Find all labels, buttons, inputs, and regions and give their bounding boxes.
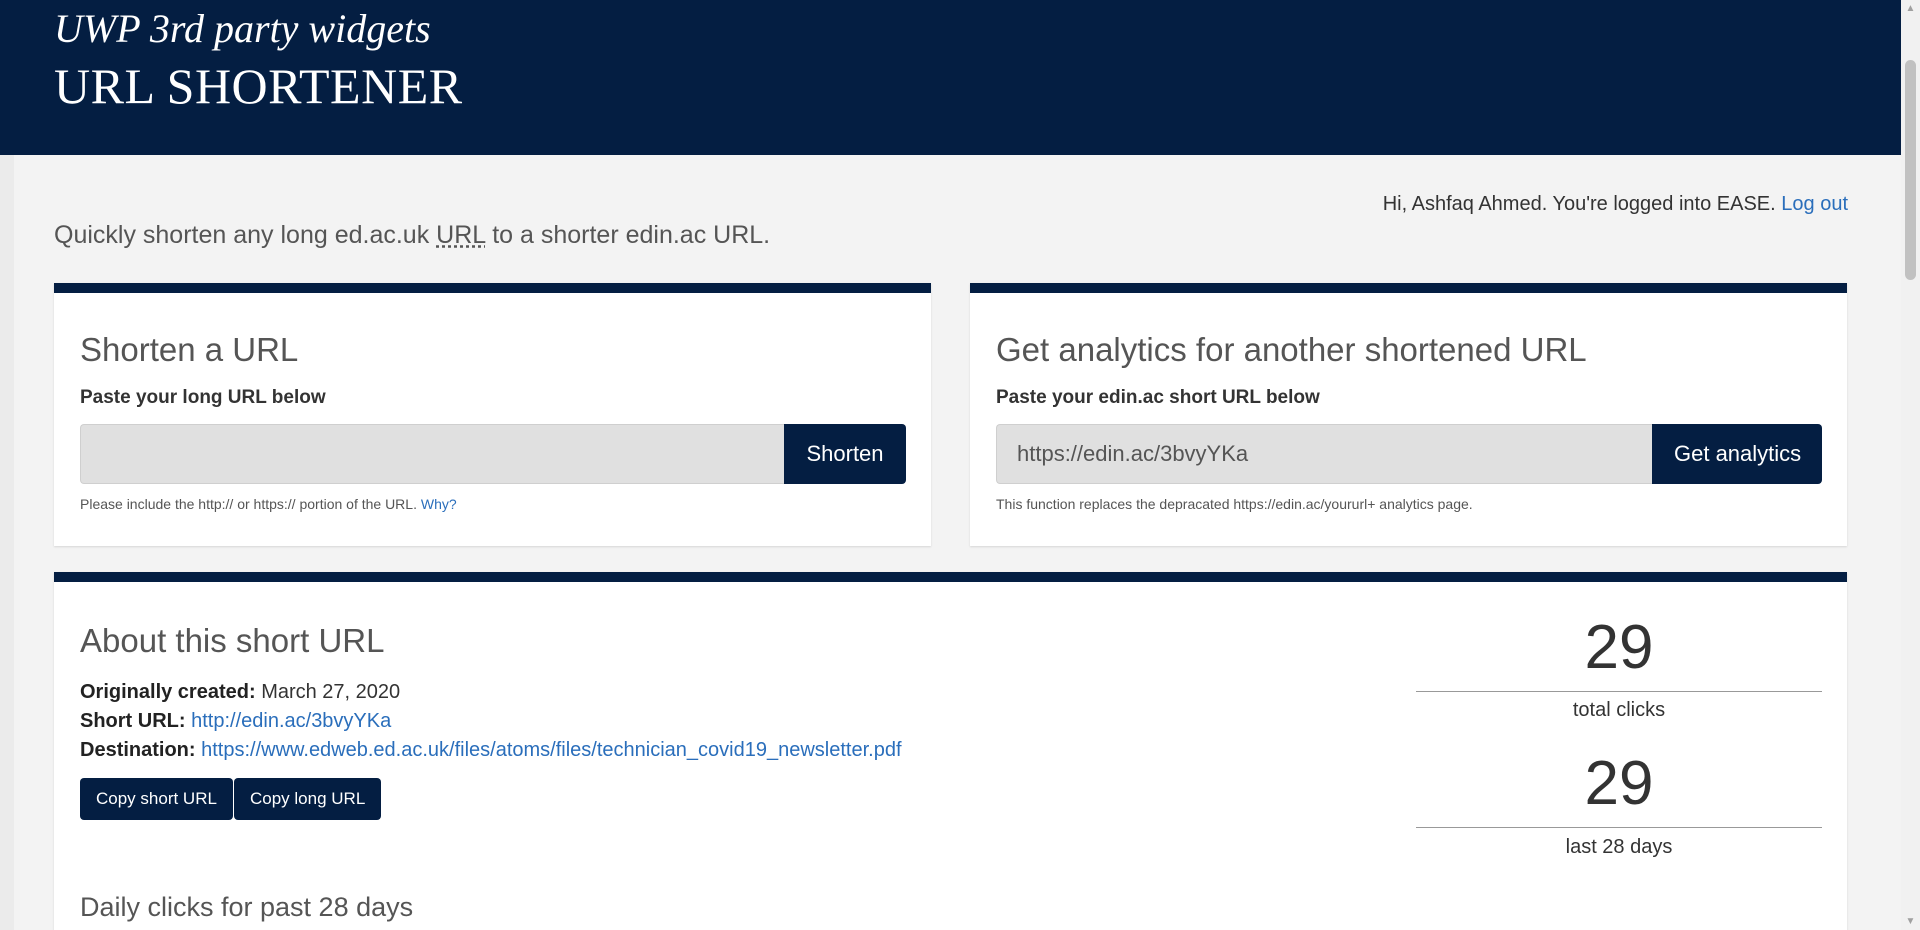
about-heading: About this short URL (80, 622, 385, 659)
login-status: Hi, Ashfaq Ahmed. You're logged into EAS… (1383, 193, 1848, 216)
total-clicks-label: total clicks (1572, 699, 1666, 721)
analytics-card: Get analytics for another shortened URL … (970, 283, 1847, 546)
short-url-link[interactable]: http://edin.ac/3bvyYKa (191, 710, 391, 732)
recent-clicks-label: last 28 days (1565, 836, 1673, 858)
created-value: March 27, 2020 (261, 681, 401, 703)
viewport: UWP 3rd party widgets URL SHORTENER Hi, … (0, 0, 1901, 930)
created-row: Originally created: March 27, 2020 (80, 681, 400, 704)
created-label: Originally created: (80, 681, 256, 703)
shorten-help: Please include the http:// or https:// p… (80, 496, 457, 512)
copy-long-url-button[interactable]: Copy long URL (234, 778, 382, 820)
scroll-down-icon[interactable]: ▼ (1901, 913, 1920, 930)
analytics-help: This function replaces the depracated ht… (996, 496, 1473, 512)
copy-short-url-button[interactable]: Copy short URL (80, 778, 233, 820)
destination-row: Destination: https://www.edweb.ed.ac.uk/… (80, 739, 902, 762)
logout-link[interactable]: Log out (1781, 193, 1848, 215)
daily-clicks-heading: Daily clicks for past 28 days (80, 892, 414, 922)
scroll-up-icon[interactable]: ▲ (1901, 0, 1920, 17)
intro-before: Quickly shorten any long ed.ac.uk (54, 221, 437, 249)
shorten-button[interactable]: Shorten (784, 424, 906, 484)
analytics-heading: Get analytics for another shortened URL (996, 331, 1587, 368)
shorten-label: Paste your long URL below (80, 387, 326, 408)
shorten-card: Shorten a URL Paste your long URL below … (54, 283, 931, 546)
shorten-heading: Shorten a URL (80, 331, 299, 368)
intro-after: to a shorter edin.ac URL. (485, 221, 771, 249)
login-greeting: Hi, Ashfaq Ahmed. You're logged into EAS… (1382, 193, 1776, 215)
destination-link[interactable]: https://www.edweb.ed.ac.uk/files/atoms/f… (201, 739, 901, 761)
scroll-thumb[interactable] (1905, 60, 1916, 280)
shorten-help-text: Please include the http:// or https:// p… (80, 496, 417, 512)
about-card: About this short URL Originally created:… (54, 572, 1847, 930)
destination-label: Destination: (80, 739, 196, 761)
short-url-row: Short URL: http://edin.ac/3bvyYKa (80, 710, 391, 733)
recent-clicks-divider (1416, 827, 1822, 828)
site-header: UWP 3rd party widgets URL SHORTENER (0, 0, 1901, 155)
long-url-input[interactable] (80, 424, 784, 484)
total-clicks-divider (1416, 691, 1822, 692)
intro-abbr: URL (436, 221, 486, 249)
analytics-label: Paste your edin.ac short URL below (996, 387, 1320, 408)
short-url-input[interactable] (996, 424, 1652, 484)
main-content: Hi, Ashfaq Ahmed. You're logged into EAS… (14, 155, 1901, 930)
short-url-label: Short URL: (80, 710, 186, 732)
why-link[interactable]: Why? (421, 496, 457, 512)
recent-clicks-value: 29 (1584, 749, 1654, 818)
header-title: URL SHORTENER (54, 58, 463, 114)
intro-text: Quickly shorten any long ed.ac.uk URL to… (54, 221, 770, 250)
get-analytics-button[interactable]: Get analytics (1652, 424, 1822, 484)
total-clicks-value: 29 (1584, 613, 1654, 682)
header-subtitle: UWP 3rd party widgets (54, 6, 431, 51)
page-scrollbar[interactable]: ▲ ▼ (1901, 0, 1920, 930)
